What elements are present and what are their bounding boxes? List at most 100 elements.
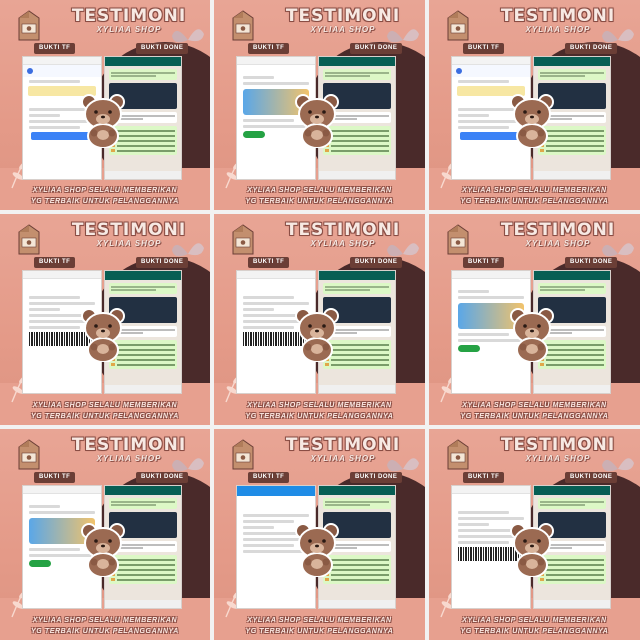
shop-name: XYLIAA SHOP bbox=[310, 454, 376, 463]
testimonial-tile[interactable]: TESTIMONI XYLIAA SHOP BUKTI TF BUKTI DON… bbox=[0, 429, 210, 640]
done-proof-label: BUKTI DONE bbox=[350, 43, 403, 54]
footer-tagline: XYLIAA SHOP SELALU MEMBERIKAN bbox=[247, 187, 392, 194]
done-proof-label: BUKTI DONE bbox=[136, 472, 189, 483]
shop-name: XYLIAA SHOP bbox=[96, 239, 162, 248]
milk-carton-icon bbox=[18, 224, 40, 255]
testimonial-tile[interactable]: TESTIMONI XYLIAA SHOP BUKTI TF BUKTI DON… bbox=[429, 429, 640, 640]
transfer-proof-label: BUKTI TF bbox=[463, 472, 505, 483]
milk-carton-icon bbox=[232, 224, 254, 255]
footer-tagline-2: YG TERBAIK UNTUK PELANGGANNYA bbox=[245, 198, 394, 205]
chat-bubble bbox=[538, 69, 606, 80]
testimonial-tile[interactable]: TESTIMONI XYLIAA SHOP BUKTI TF BUKTI DON… bbox=[214, 429, 425, 640]
testimonial-tile[interactable]: TESTIMONI XYLIAA SHOP BUKTI TF BUKTI DON… bbox=[214, 0, 425, 210]
testimonial-tile[interactable]: TESTIMONI XYLIAA SHOP BUKTI TF BUKTI DON… bbox=[0, 0, 210, 210]
bear-sticker bbox=[295, 94, 339, 148]
transfer-proof-label: BUKTI TF bbox=[248, 257, 290, 268]
done-proof-label: BUKTI DONE bbox=[350, 257, 403, 268]
chat-header bbox=[534, 486, 610, 495]
page-title: TESTIMONI bbox=[285, 435, 401, 455]
chat-input-bar bbox=[105, 171, 181, 179]
footer-tagline-2: YG TERBAIK UNTUK PELANGGANNYA bbox=[31, 198, 179, 205]
footer-tagline-2: YG TERBAIK UNTUK PELANGGANNYA bbox=[31, 628, 179, 635]
transfer-proof-label: BUKTI TF bbox=[463, 43, 505, 54]
chat-header bbox=[319, 486, 395, 495]
bear-sticker bbox=[510, 94, 554, 148]
done-proof-label: BUKTI DONE bbox=[136, 257, 189, 268]
page-title: TESTIMONI bbox=[500, 435, 616, 455]
chat-bubble bbox=[538, 283, 606, 294]
page-title: TESTIMONI bbox=[71, 220, 187, 240]
footer-tagline-2: YG TERBAIK UNTUK PELANGGANNYA bbox=[460, 628, 609, 635]
chat-input-bar bbox=[534, 385, 610, 393]
footer-tagline-2: YG TERBAIK UNTUK PELANGGANNYA bbox=[31, 413, 179, 420]
bear-sticker bbox=[81, 308, 125, 362]
testimonial-tile[interactable]: TESTIMONI XYLIAA SHOP BUKTI TF BUKTI DON… bbox=[429, 0, 640, 210]
page-title: TESTIMONI bbox=[71, 6, 187, 26]
bear-sticker bbox=[295, 308, 339, 362]
done-proof-label: BUKTI DONE bbox=[565, 43, 618, 54]
chat-header bbox=[319, 271, 395, 280]
chat-bubble bbox=[109, 69, 177, 80]
footer-tagline: XYLIAA SHOP SELALU MEMBERIKAN bbox=[462, 187, 607, 194]
footer-tagline: XYLIAA SHOP SELALU MEMBERIKAN bbox=[247, 617, 392, 624]
shop-name: XYLIAA SHOP bbox=[96, 25, 162, 34]
bear-sticker bbox=[510, 523, 554, 577]
milk-carton-icon bbox=[18, 439, 40, 470]
chat-bubble bbox=[109, 283, 177, 294]
transfer-proof-label: BUKTI TF bbox=[248, 472, 290, 483]
transfer-proof-label: BUKTI TF bbox=[248, 43, 290, 54]
page-title: TESTIMONI bbox=[285, 6, 401, 26]
shop-name: XYLIAA SHOP bbox=[310, 239, 376, 248]
footer-tagline-2: YG TERBAIK UNTUK PELANGGANNYA bbox=[245, 628, 394, 635]
milk-carton-icon bbox=[447, 10, 469, 41]
done-proof-label: BUKTI DONE bbox=[350, 472, 403, 483]
transfer-proof-label: BUKTI TF bbox=[34, 472, 76, 483]
footer-tagline: XYLIAA SHOP SELALU MEMBERIKAN bbox=[32, 187, 178, 194]
page-title: TESTIMONI bbox=[71, 435, 187, 455]
testimonial-tile[interactable]: TESTIMONI XYLIAA SHOP BUKTI TF BUKTI DON… bbox=[0, 214, 210, 425]
chat-header bbox=[319, 57, 395, 66]
chat-bubble bbox=[323, 498, 391, 509]
shop-name: XYLIAA SHOP bbox=[525, 239, 591, 248]
done-proof-label: BUKTI DONE bbox=[565, 472, 618, 483]
testimonial-tile[interactable]: TESTIMONI XYLIAA SHOP BUKTI TF BUKTI DON… bbox=[429, 214, 640, 425]
footer-tagline-2: YG TERBAIK UNTUK PELANGGANNYA bbox=[460, 413, 609, 420]
done-proof-label: BUKTI DONE bbox=[136, 43, 189, 54]
footer-tagline: XYLIAA SHOP SELALU MEMBERIKAN bbox=[32, 402, 178, 409]
milk-carton-icon bbox=[447, 439, 469, 470]
milk-carton-icon bbox=[18, 10, 40, 41]
page-title: TESTIMONI bbox=[285, 220, 401, 240]
testimonial-grid: TESTIMONI XYLIAA SHOP BUKTI TF BUKTI DON… bbox=[0, 0, 640, 640]
transfer-proof-label: BUKTI TF bbox=[34, 257, 76, 268]
chat-bubble bbox=[323, 69, 391, 80]
footer-tagline: XYLIAA SHOP SELALU MEMBERIKAN bbox=[247, 402, 392, 409]
footer-tagline: XYLIAA SHOP SELALU MEMBERIKAN bbox=[32, 617, 178, 624]
chat-input-bar bbox=[319, 600, 395, 608]
bear-sticker bbox=[81, 94, 125, 148]
shop-name: XYLIAA SHOP bbox=[96, 454, 162, 463]
chat-header bbox=[105, 271, 181, 280]
chat-input-bar bbox=[534, 600, 610, 608]
transfer-proof-label: BUKTI TF bbox=[463, 257, 505, 268]
milk-carton-icon bbox=[447, 224, 469, 255]
done-proof-label: BUKTI DONE bbox=[565, 257, 618, 268]
chat-input-bar bbox=[319, 385, 395, 393]
shop-name: XYLIAA SHOP bbox=[310, 25, 376, 34]
chat-input-bar bbox=[105, 600, 181, 608]
chat-bubble bbox=[323, 283, 391, 294]
shop-name: XYLIAA SHOP bbox=[525, 454, 591, 463]
footer-tagline: XYLIAA SHOP SELALU MEMBERIKAN bbox=[462, 617, 607, 624]
transfer-proof-label: BUKTI TF bbox=[34, 43, 76, 54]
shop-name: XYLIAA SHOP bbox=[525, 25, 591, 34]
testimonial-tile[interactable]: TESTIMONI XYLIAA SHOP BUKTI TF BUKTI DON… bbox=[214, 214, 425, 425]
chat-bubble bbox=[109, 498, 177, 509]
bear-sticker bbox=[295, 523, 339, 577]
chat-input-bar bbox=[534, 171, 610, 179]
bear-sticker bbox=[81, 523, 125, 577]
footer-tagline-2: YG TERBAIK UNTUK PELANGGANNYA bbox=[245, 413, 394, 420]
page-title: TESTIMONI bbox=[500, 6, 616, 26]
footer-tagline-2: YG TERBAIK UNTUK PELANGGANNYA bbox=[460, 198, 609, 205]
footer-tagline: XYLIAA SHOP SELALU MEMBERIKAN bbox=[462, 402, 607, 409]
chat-header bbox=[105, 57, 181, 66]
chat-header bbox=[534, 57, 610, 66]
